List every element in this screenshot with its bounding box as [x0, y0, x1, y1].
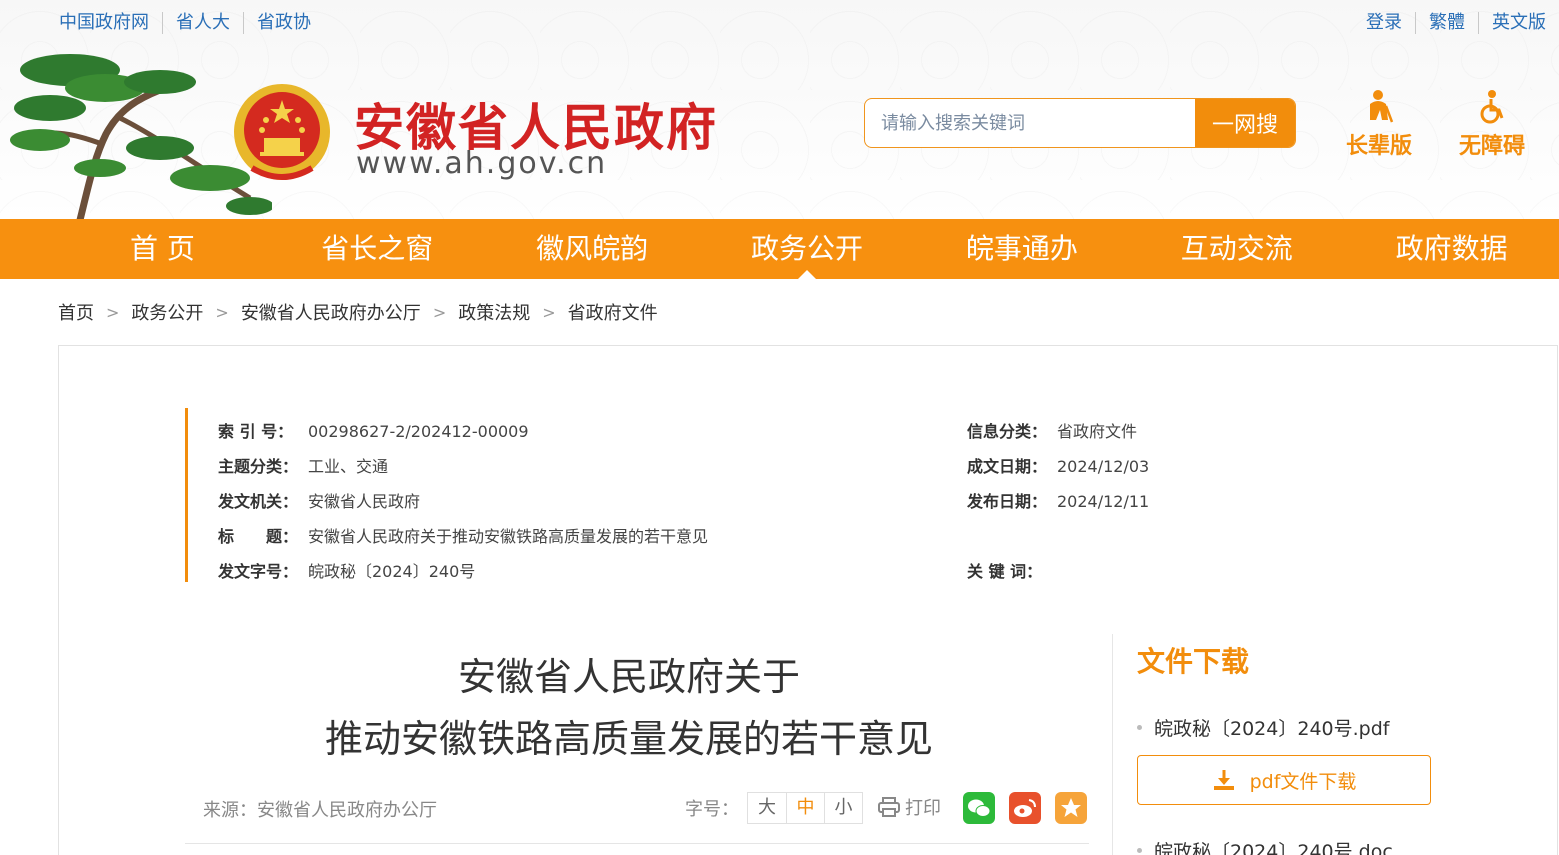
chevron-right-icon: >: [432, 302, 447, 322]
nav-gov-data[interactable]: 政府数据: [1344, 219, 1559, 279]
nav-governor[interactable]: 省长之窗: [270, 219, 485, 279]
breadcrumb-office[interactable]: 安徽省人民政府办公厅: [241, 299, 421, 325]
accessibility-label: 无障碍: [1459, 134, 1526, 159]
document-title-line2: 推动安徽铁路高质量发展的若干意见: [324, 717, 933, 761]
document-source: 来源：安徽省人民政府办公厅: [203, 800, 437, 821]
meta-keywords: 关 键 词：: [967, 558, 1057, 582]
nav-interaction[interactable]: 互动交流: [1129, 219, 1344, 279]
top-right-links: 登录 繁體 英文版: [1353, 12, 1559, 34]
meta-key: 发布日期：: [967, 492, 1048, 511]
link-china-gov[interactable]: 中国政府网: [46, 12, 162, 34]
meta-value: 2024/12/03: [1057, 457, 1150, 476]
content-panel: 索 引 号： 00298627-2/202412-00009 主题分类： 工业、交通…: [58, 345, 1558, 855]
site-url: www.ah.gov.cn: [356, 146, 608, 181]
meta-publish-date: 发布日期： 2024/12/11: [967, 488, 1149, 512]
site-header: 中国政府网 省人大 省政协 登录 繁體 英文版 安徽省人民政府 www.ah.g…: [0, 0, 1559, 220]
national-emblem-icon: [234, 84, 330, 180]
breadcrumb-docs[interactable]: 省政府文件: [568, 299, 658, 325]
document-toolbar: 来源：安徽省人民政府办公厅 字号： 大 中 小 打印: [185, 792, 1089, 844]
elder-icon: [1370, 90, 1394, 123]
meta-key: 成文日期：: [967, 457, 1048, 476]
meta-index-no: 索 引 号： 00298627-2/202412-00009: [218, 418, 529, 442]
meta-value: 省政府文件: [1057, 422, 1138, 441]
meta-category: 信息分类： 省政府文件: [967, 418, 1137, 442]
accessibility-button[interactable]: 无障碍: [1459, 90, 1525, 160]
meta-key: 标 题：: [218, 527, 299, 546]
top-left-links: 中国政府网 省人大 省政协: [46, 12, 324, 34]
meta-doc-no: 发文字号： 皖政秘〔2024〕240号: [218, 558, 475, 582]
doc-file-link[interactable]: 皖政秘〔2024〕240号.doc: [1137, 837, 1467, 855]
print-button[interactable]: 打印: [877, 794, 941, 820]
print-label: 打印: [905, 798, 941, 819]
meta-topic: 主题分类： 工业、交通: [218, 453, 388, 477]
share-weibo-button[interactable]: [1009, 792, 1041, 824]
document-meta: 索 引 号： 00298627-2/202412-00009 主题分类： 工业、交通…: [185, 408, 1185, 582]
meta-value: 2024/12/11: [1057, 492, 1150, 511]
breadcrumb: 首页 > 政务公开 > 安徽省人民政府办公厅 > 政策法规 > 省政府文件: [58, 299, 658, 325]
bullet-icon: [1137, 848, 1142, 853]
meta-value: 00298627-2/202412-00009: [308, 422, 529, 441]
weibo-icon: [1014, 799, 1036, 817]
breadcrumb-gov-affairs[interactable]: 政务公开: [131, 299, 203, 325]
meta-key: 发文机关：: [218, 492, 299, 511]
traditional-chinese-link[interactable]: 繁體: [1415, 12, 1478, 34]
meta-key: 主题分类：: [218, 457, 299, 476]
font-size-control: 字号： 大 中 小: [685, 792, 863, 824]
bullet-icon: [1137, 725, 1142, 730]
meta-title: 标 题： 安徽省人民政府关于推动安徽铁路高质量发展的若干意见: [218, 523, 708, 547]
meta-value: 安徽省人民政府: [308, 492, 421, 511]
chevron-right-icon: >: [542, 302, 556, 322]
chevron-right-icon: >: [106, 302, 120, 322]
meta-key: 信息分类：: [967, 422, 1048, 441]
breadcrumb-policy[interactable]: 政策法规: [458, 299, 530, 325]
link-provincial-congress[interactable]: 省人大: [162, 12, 243, 34]
nav-home[interactable]: 首 页: [55, 219, 270, 279]
english-version-link[interactable]: 英文版: [1478, 12, 1559, 34]
meta-value: 安徽省人民政府关于推动安徽铁路高质量发展的若干意见: [308, 527, 709, 546]
pdf-download-label: pdf文件下载: [1249, 770, 1357, 793]
pdf-file-link[interactable]: 皖政秘〔2024〕240号.pdf: [1137, 714, 1467, 741]
font-size-large[interactable]: 大: [748, 793, 786, 823]
printer-icon: [878, 797, 900, 817]
column-divider: [1112, 634, 1113, 855]
star-icon: [1061, 798, 1081, 817]
font-size-label: 字号：: [685, 799, 739, 820]
link-provincial-cppcc[interactable]: 省政协: [243, 12, 324, 34]
elder-mode-button[interactable]: 长辈版: [1346, 90, 1412, 160]
nav-services[interactable]: 皖事通办: [914, 219, 1129, 279]
share-wechat-button[interactable]: [963, 792, 995, 824]
wheelchair-icon: [1480, 90, 1504, 124]
main-nav: 首 页 省长之窗 徽风皖韵 政务公开 皖事通办 互动交流 政府数据: [0, 219, 1559, 279]
login-link[interactable]: 登录: [1353, 12, 1415, 34]
doc-file-name: 皖政秘〔2024〕240号.doc: [1154, 841, 1393, 855]
meta-issuer: 发文机关： 安徽省人民政府: [218, 488, 420, 512]
favorite-button[interactable]: [1055, 792, 1087, 824]
document-title-line1: 安徽省人民政府关于: [457, 655, 800, 699]
search-box: 一网搜: [864, 98, 1296, 148]
elder-mode-label: 长辈版: [1346, 134, 1413, 159]
meta-written-date: 成文日期： 2024/12/03: [967, 453, 1149, 477]
wechat-icon: [968, 799, 991, 817]
meta-value: 工业、交通: [308, 457, 389, 476]
font-size-small[interactable]: 小: [824, 793, 862, 823]
download-icon: [1213, 770, 1234, 790]
file-download-panel: 文件下载 皖政秘〔2024〕240号.pdf pdf文件下载 皖政秘〔2024〕…: [1137, 640, 1467, 855]
pdf-download-button[interactable]: pdf文件下载: [1137, 755, 1431, 805]
download-heading: 文件下载: [1137, 645, 1250, 678]
font-size-medium[interactable]: 中: [786, 793, 824, 823]
pdf-file-name: 皖政秘〔2024〕240号.pdf: [1154, 718, 1390, 740]
meta-value: 皖政秘〔2024〕240号: [308, 562, 476, 581]
search-button[interactable]: 一网搜: [1195, 99, 1295, 147]
nav-gov-affairs[interactable]: 政务公开: [700, 219, 915, 279]
document-title: 安徽省人民政府关于 推动安徽铁路高质量发展的若干意见: [199, 646, 1059, 770]
nav-culture[interactable]: 徽风皖韵: [485, 219, 700, 279]
breadcrumb-home[interactable]: 首页: [58, 299, 94, 325]
search-input[interactable]: [865, 99, 1195, 147]
meta-key: 关 键 词：: [967, 562, 1043, 581]
meta-key: 发文字号：: [218, 562, 299, 581]
meta-key: 索 引 号：: [218, 422, 294, 441]
chevron-right-icon: >: [215, 302, 229, 322]
